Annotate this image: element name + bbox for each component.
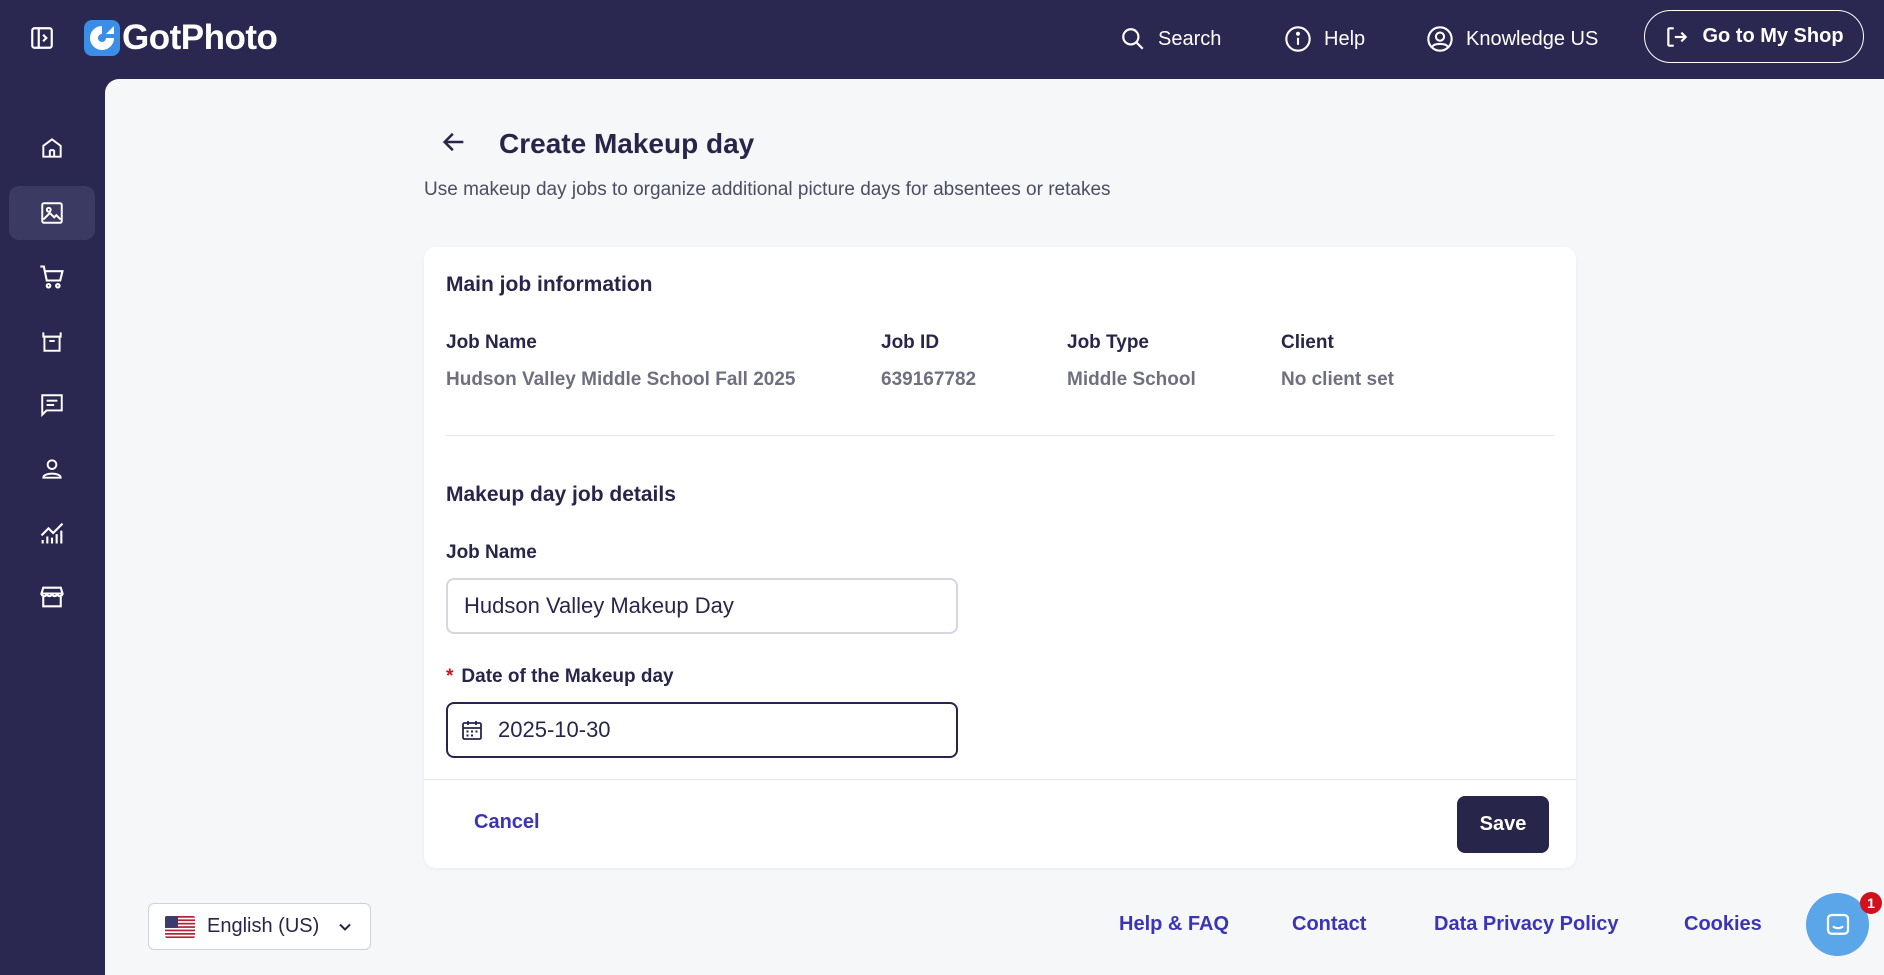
help-faq-link[interactable]: Help & FAQ	[1119, 913, 1229, 936]
sidebar-item-orders[interactable]	[9, 250, 95, 304]
search-button[interactable]: Search	[1120, 0, 1221, 78]
sidebar-item-photos[interactable]	[9, 186, 95, 240]
info-value-job-type: Middle School	[1067, 369, 1196, 390]
info-value-job-id: 639167782	[881, 369, 977, 390]
page-subtitle: Use makeup day jobs to organize addition…	[424, 179, 1111, 200]
cancel-button[interactable]: Cancel	[474, 811, 540, 834]
job-name-label: Job Name	[446, 542, 537, 563]
help-button[interactable]: Help	[1284, 0, 1365, 78]
go-to-my-shop-button[interactable]: Go to My Shop	[1644, 10, 1864, 63]
save-button[interactable]: Save	[1457, 796, 1549, 853]
contact-link[interactable]: Contact	[1292, 913, 1366, 936]
image-icon	[41, 202, 63, 224]
sidebar-item-products[interactable]	[9, 314, 95, 368]
makeup-details-title: Makeup day job details	[446, 483, 676, 506]
sidebar-item-store[interactable]	[9, 570, 95, 624]
date-value: 2025-10-30	[498, 717, 611, 742]
info-label-job-id: Job ID	[881, 332, 940, 353]
info-value-job-name: Hudson Valley Middle School Fall 2025	[446, 369, 796, 390]
required-marker: *	[446, 666, 454, 687]
top-bar: GotPhoto Search Help Knowledge US Go to …	[0, 0, 1884, 78]
cookies-link[interactable]: Cookies	[1684, 913, 1762, 936]
cart-icon	[40, 265, 64, 289]
info-value-client: No client set	[1281, 369, 1394, 390]
user-circle-icon	[1427, 26, 1453, 52]
search-label: Search	[1158, 27, 1222, 50]
store-icon	[40, 586, 64, 608]
logo-text: GotPhoto	[122, 18, 278, 57]
logout-icon	[1667, 26, 1688, 47]
box-icon	[42, 332, 62, 352]
date-input[interactable]: 2025-10-30	[446, 702, 958, 758]
logo-icon	[84, 20, 120, 56]
info-icon	[1285, 26, 1311, 52]
go-to-my-shop-label: Go to My Shop	[1702, 25, 1844, 47]
analytics-icon	[40, 522, 64, 544]
home-icon	[42, 138, 62, 158]
section-divider	[446, 435, 1554, 436]
sidebar-item-home[interactable]	[9, 121, 95, 175]
sidebar	[0, 78, 105, 975]
person-icon	[42, 459, 62, 479]
back-button[interactable]	[436, 124, 472, 160]
date-label-text: Date of the Makeup day	[461, 666, 674, 687]
chat-notification-badge: 1	[1860, 892, 1882, 914]
search-icon	[1122, 28, 1144, 50]
us-flag-icon	[165, 915, 195, 938]
sidebar-toggle-icon[interactable]	[26, 22, 58, 54]
account-button[interactable]: Knowledge US	[1426, 0, 1598, 78]
data-privacy-policy-link[interactable]: Data Privacy Policy	[1434, 913, 1619, 936]
info-label-job-type: Job Type	[1067, 332, 1149, 353]
info-label-job-name: Job Name	[446, 332, 537, 353]
date-label: * Date of the Makeup day	[446, 666, 674, 688]
page-title: Create Makeup day	[499, 128, 755, 159]
sidebar-item-customers[interactable]	[9, 442, 95, 496]
calendar-icon	[462, 721, 482, 740]
logo[interactable]: GotPhoto	[84, 16, 278, 60]
chevron-down-icon	[339, 923, 351, 931]
chat-icon	[1826, 913, 1849, 935]
help-label: Help	[1324, 27, 1366, 50]
form-card: Main job information Job Name Hudson Val…	[424, 247, 1576, 868]
language-select[interactable]: English (US)	[148, 903, 371, 950]
account-label: Knowledge US	[1466, 27, 1599, 50]
arrow-left-icon	[442, 132, 464, 152]
main-info-title: Main job information	[446, 273, 653, 296]
info-label-client: Client	[1281, 332, 1334, 353]
language-label: English (US)	[207, 915, 320, 937]
card-footer-divider	[424, 779, 1576, 780]
message-icon	[41, 394, 63, 418]
sidebar-item-messages[interactable]	[9, 378, 95, 432]
job-name-input[interactable]	[446, 578, 958, 634]
sidebar-item-analytics[interactable]	[9, 506, 95, 560]
